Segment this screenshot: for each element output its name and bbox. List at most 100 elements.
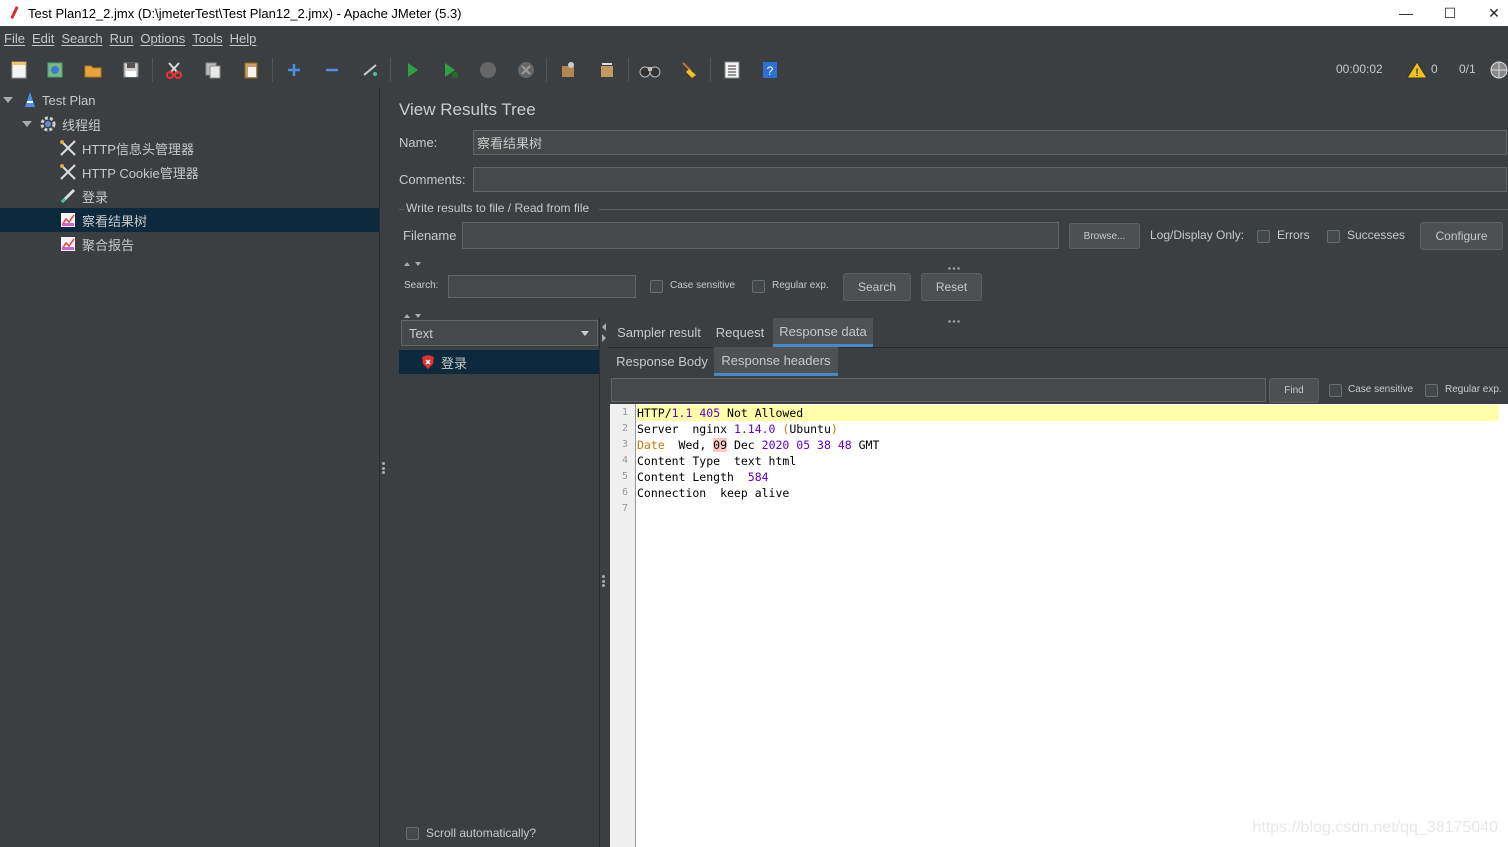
menu-tools[interactable]: Tools (192, 31, 222, 46)
renderer-select[interactable]: Text (401, 320, 598, 346)
shutdown-icon[interactable] (513, 57, 539, 83)
regex-label: Regular exp. (772, 280, 829, 291)
listener-chart-icon (59, 235, 77, 253)
menu-help[interactable]: Help (230, 31, 257, 46)
reset-search-broom-icon[interactable] (676, 57, 702, 83)
main-splitter[interactable] (381, 88, 389, 847)
templates-icon[interactable] (42, 57, 68, 83)
paste-icon[interactable] (238, 57, 264, 83)
sampler-pen-icon (59, 187, 77, 205)
line-number: 3 (621, 439, 628, 450)
menu-options[interactable]: Options (140, 31, 185, 46)
window-title-bar: Test Plan12_2.jmx (D:\jmeterTest\Test Pl… (0, 0, 1508, 26)
line-number: 4 (621, 455, 628, 466)
function-helper-icon[interactable] (719, 57, 745, 83)
tree-item-http-cookie-manager[interactable]: HTTP Cookie管理器 (0, 160, 379, 184)
svg-text:?: ? (767, 64, 774, 78)
header-line-content-length: Content Length 584 (637, 470, 769, 484)
copy-icon[interactable] (200, 57, 226, 83)
expand-arrow-icon[interactable] (22, 121, 32, 127)
tree-item-label: 登录 (82, 189, 109, 205)
tree-item-label: Test Plan (42, 92, 96, 108)
tree-item-view-results-tree[interactable]: 察看结果树 (0, 208, 379, 232)
search-button[interactable]: Search (843, 273, 911, 301)
tree-item-label: HTTP Cookie管理器 (82, 165, 199, 181)
tab-response-data[interactable]: Response data (773, 318, 873, 347)
search-binoculars-icon[interactable] (637, 57, 663, 83)
collapse-arrows-icon[interactable] (403, 309, 423, 318)
close-button[interactable]: ✕ (1471, 0, 1508, 26)
horizontal-splitter-handle[interactable] (948, 259, 960, 270)
filename-label: Filename (403, 228, 457, 243)
menu-search[interactable]: Search (61, 31, 102, 46)
tab-response-headers[interactable]: Response headers (714, 347, 838, 376)
clear-icon[interactable] (555, 57, 581, 83)
case-sensitive-checkbox[interactable] (650, 280, 663, 293)
elapsed-time: 00:00:02 (1336, 62, 1383, 76)
thread-group-gear-icon (39, 115, 57, 133)
successes-checkbox[interactable] (1327, 230, 1340, 243)
search-input[interactable] (448, 275, 636, 298)
horizontal-splitter-handle[interactable] (948, 312, 960, 323)
response-headers-editor[interactable]: 1 2 3 4 5 6 7 HTTP/1.1 405 Not Allowed S… (610, 404, 1508, 847)
file-section-label: Write results to file / Read from file (406, 201, 590, 215)
start-icon[interactable] (399, 57, 425, 83)
find-case-sensitive-checkbox[interactable] (1329, 384, 1342, 397)
tab-response-body[interactable]: Response Body (612, 347, 712, 375)
renderer-value: Text (409, 325, 433, 341)
find-input[interactable] (611, 378, 1266, 402)
maximize-button[interactable]: ☐ (1427, 0, 1473, 26)
tree-item-login-sampler[interactable]: 登录 (0, 184, 379, 208)
result-sample-item[interactable]: 登录 (399, 350, 599, 374)
tree-item-aggregate-report[interactable]: 聚合报告 (0, 232, 379, 256)
stop-icon[interactable] (475, 57, 501, 83)
toolbar: ? 00:00:02 ! 0 0/1 (0, 52, 1508, 88)
reset-button[interactable]: Reset (921, 273, 982, 301)
remote-globe-icon[interactable] (1486, 57, 1508, 83)
tree-item-http-header-manager[interactable]: HTTP信息头管理器 (0, 136, 379, 160)
find-regex-checkbox[interactable] (1425, 384, 1438, 397)
name-input[interactable]: 察看结果树 (473, 130, 1507, 155)
open-icon[interactable] (80, 57, 106, 83)
tree-item-thread-group[interactable]: 线程组 (0, 112, 379, 136)
find-button[interactable]: Find (1269, 378, 1319, 403)
menu-file[interactable]: File (4, 31, 25, 46)
errors-checkbox[interactable] (1257, 230, 1270, 243)
comments-input[interactable] (473, 167, 1507, 192)
errors-label: Errors (1277, 228, 1310, 242)
toggle-icon[interactable] (357, 57, 383, 83)
configure-button[interactable]: Configure (1420, 222, 1503, 250)
start-no-pauses-icon[interactable] (437, 57, 463, 83)
minimize-button[interactable]: — (1383, 0, 1429, 26)
case-sensitive-label: Case sensitive (670, 280, 736, 291)
jmeter-feather-icon (8, 5, 20, 21)
collapse-minus-icon[interactable] (319, 57, 345, 83)
scroll-auto-checkbox[interactable] (406, 827, 419, 840)
tab-sampler-result[interactable]: Sampler result (612, 318, 706, 346)
filename-input[interactable] (462, 222, 1059, 249)
expand-plus-icon[interactable] (281, 57, 307, 83)
active-threads: 0/1 (1459, 62, 1476, 76)
menu-run[interactable]: Run (110, 31, 134, 46)
regex-checkbox[interactable] (752, 280, 765, 293)
scroll-auto-label: Scroll automatically? (426, 826, 537, 840)
menu-edit[interactable]: Edit (32, 31, 54, 46)
new-icon[interactable] (6, 57, 32, 83)
comments-label: Comments: (399, 172, 466, 187)
help-icon[interactable]: ? (757, 57, 783, 83)
watermark: https://blog.csdn.net/qq_38175040 (1252, 819, 1498, 836)
result-sample-label: 登录 (441, 355, 468, 371)
find-regex-label: Regular exp. (1445, 384, 1502, 395)
header-line-date: Date Wed, 09 Dec 2020 05 38 48 GMT (637, 438, 880, 452)
collapse-arrows-icon[interactable] (403, 257, 423, 266)
cut-icon[interactable] (161, 57, 187, 83)
results-splitter[interactable] (600, 318, 608, 847)
expand-arrow-icon[interactable] (3, 97, 13, 103)
clear-all-icon[interactable] (594, 57, 620, 83)
tab-request[interactable]: Request (708, 318, 772, 346)
warning-icon[interactable]: ! (1404, 57, 1430, 83)
save-icon[interactable] (118, 57, 144, 83)
browse-button[interactable]: Browse... (1069, 223, 1140, 249)
tree-item-test-plan[interactable]: Test Plan (0, 88, 379, 112)
header-line-connection: Connection keep alive (637, 486, 790, 500)
